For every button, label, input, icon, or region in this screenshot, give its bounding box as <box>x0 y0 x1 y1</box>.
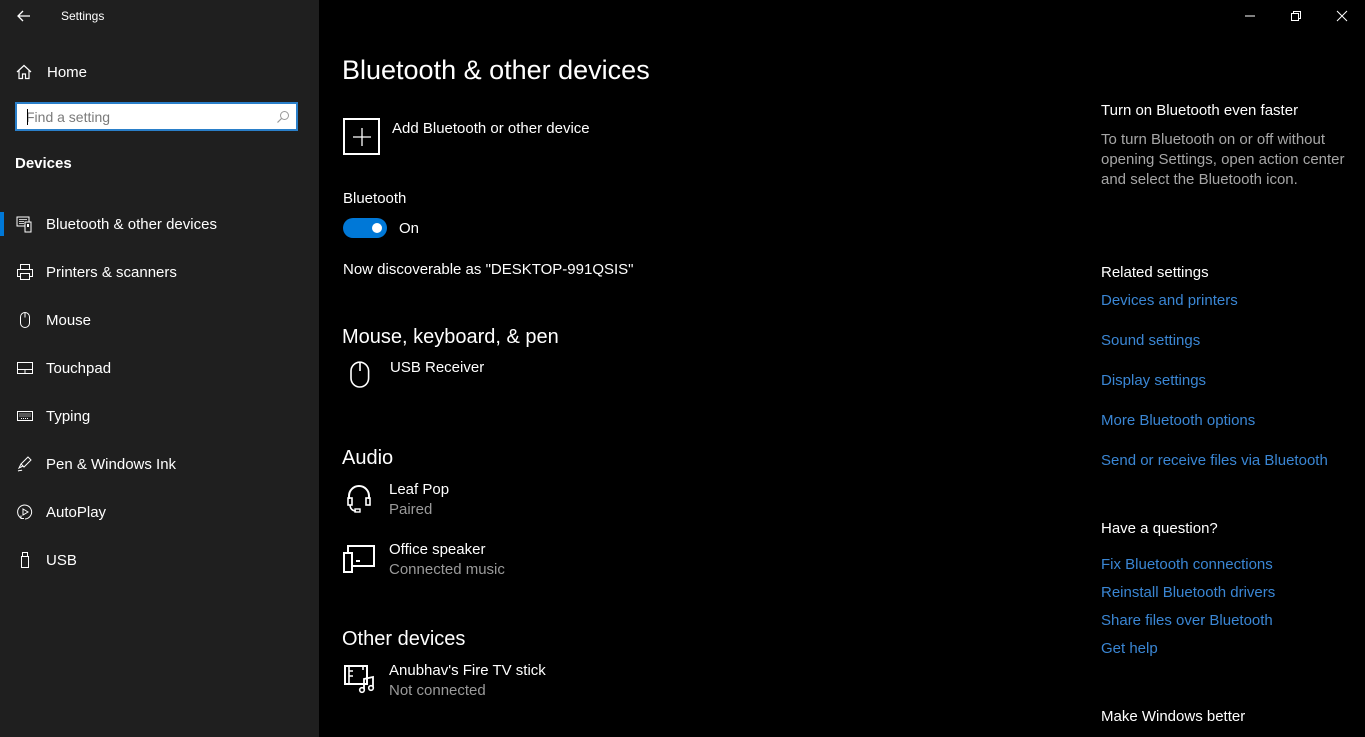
sidebar-item-label: Mouse <box>46 311 92 329</box>
link-devices-and-printers[interactable]: Devices and printers <box>1101 292 1238 309</box>
sidebar-item-label: Printers & scanners <box>46 263 177 281</box>
sidebar-home[interactable]: Home <box>15 60 87 84</box>
toggle-knob <box>372 223 382 233</box>
usb-icon <box>21 552 29 568</box>
sidebar-item-usb[interactable]: USB <box>0 536 319 584</box>
sidebar-item-label: Touchpad <box>46 359 112 377</box>
search-box[interactable] <box>15 102 298 131</box>
sidebar-item-label: USB <box>46 551 77 569</box>
device-status: Connected music <box>389 561 505 578</box>
group-title-other-devices: Other devices <box>342 628 466 650</box>
device-leaf-pop[interactable]: Leaf Pop Paired <box>342 481 449 518</box>
sidebar-item-label: Typing <box>46 407 91 425</box>
device-status: Not connected <box>389 682 486 699</box>
restore-icon <box>1291 11 1301 21</box>
device-status: Paired <box>389 501 433 518</box>
media-player-icon <box>344 665 375 694</box>
related-settings-title: Related settings <box>1101 264 1209 281</box>
add-device-label: Add Bluetooth or other device <box>392 120 590 137</box>
device-name: Office speaker <box>389 541 486 558</box>
app-title: Settings <box>61 9 105 23</box>
sidebar-item-label: AutoPlay <box>46 503 107 521</box>
restore-button[interactable] <box>1273 0 1319 32</box>
group-title-mouse-keyboard: Mouse, keyboard, & pen <box>342 326 559 348</box>
bluetooth-label: Bluetooth <box>343 190 407 207</box>
window-controls <box>1227 0 1365 32</box>
tip-title: Turn on Bluetooth even faster <box>1101 102 1299 119</box>
plus-icon <box>352 127 371 146</box>
pen-icon <box>17 456 32 472</box>
device-name: Anubhav's Fire TV stick <box>389 662 546 679</box>
media-device-icon <box>343 545 375 573</box>
page-title: Bluetooth & other devices <box>342 55 650 85</box>
home-icon <box>16 64 32 80</box>
printer-icon <box>17 264 33 280</box>
mouse-icon <box>20 312 30 328</box>
sidebar-item-mouse[interactable]: Mouse <box>0 296 319 344</box>
mouse-icon <box>350 361 370 388</box>
device-name: USB Receiver <box>390 359 485 376</box>
discoverable-text: Now discoverable as "DESKTOP-991QSIS" <box>343 261 634 278</box>
close-button[interactable] <box>1319 0 1365 32</box>
tip-text: To turn Bluetooth on or off without open… <box>1101 131 1345 188</box>
add-box <box>343 118 380 155</box>
sidebar-item-touchpad[interactable]: Touchpad <box>0 344 319 392</box>
bluetooth-devices-icon <box>16 216 32 233</box>
bluetooth-toggle[interactable] <box>343 218 387 238</box>
link-sound-settings[interactable]: Sound settings <box>1101 332 1200 349</box>
link-display-settings[interactable]: Display settings <box>1101 372 1206 389</box>
autoplay-icon <box>17 504 33 520</box>
home-label: Home <box>47 63 88 81</box>
sidebar-item-typing[interactable]: Typing <box>0 392 319 440</box>
device-usb-receiver[interactable]: USB Receiver <box>343 359 484 393</box>
search-icon[interactable] <box>276 110 290 124</box>
link-reinstall-drivers[interactable]: Reinstall Bluetooth drivers <box>1101 584 1275 601</box>
back-arrow-icon <box>17 10 30 22</box>
sidebar: Settings Home Devices Bluetooth & other … <box>0 0 319 737</box>
keyboard-icon <box>17 411 33 421</box>
link-more-bluetooth-options[interactable]: More Bluetooth options <box>1101 412 1255 429</box>
sidebar-item-bluetooth[interactable]: Bluetooth & other devices <box>0 200 319 248</box>
link-fix-bluetooth[interactable]: Fix Bluetooth connections <box>1101 556 1273 573</box>
sidebar-item-label: Pen & Windows Ink <box>46 455 177 473</box>
device-office-speaker[interactable]: Office speaker Connected music <box>342 541 505 578</box>
toggle-state-label: On <box>399 220 420 237</box>
feedback-title: Make Windows better <box>1101 708 1246 725</box>
link-share-files[interactable]: Share files over Bluetooth <box>1101 612 1273 629</box>
sidebar-item-label: Bluetooth & other devices <box>46 215 217 233</box>
headset-icon <box>347 485 371 513</box>
selection-indicator <box>0 212 4 236</box>
sidebar-item-printers[interactable]: Printers & scanners <box>0 248 319 296</box>
sidebar-item-autoplay[interactable]: AutoPlay <box>0 488 319 536</box>
search-input[interactable] <box>17 104 276 129</box>
sidebar-item-pen[interactable]: Pen & Windows Ink <box>0 440 319 488</box>
minimize-icon <box>1245 15 1255 17</box>
question-title: Have a question? <box>1101 520 1218 537</box>
link-send-receive-files[interactable]: Send or receive files via Bluetooth <box>1101 452 1328 469</box>
sidebar-nav: Bluetooth & other devices Printers & sca… <box>0 200 319 584</box>
link-get-help[interactable]: Get help <box>1101 640 1158 657</box>
device-name: Leaf Pop <box>389 481 450 498</box>
close-icon <box>1336 10 1348 22</box>
group-title-audio: Audio <box>342 447 394 469</box>
section-title: Devices <box>15 155 72 172</box>
minimize-button[interactable] <box>1227 0 1273 32</box>
device-fire-tv-stick[interactable]: Anubhav's Fire TV stick Not connected <box>342 662 546 699</box>
touchpad-icon <box>17 362 33 374</box>
add-device-button[interactable]: Add Bluetooth or other device <box>343 118 590 155</box>
text-caret <box>27 109 28 125</box>
back-button[interactable] <box>14 6 34 26</box>
